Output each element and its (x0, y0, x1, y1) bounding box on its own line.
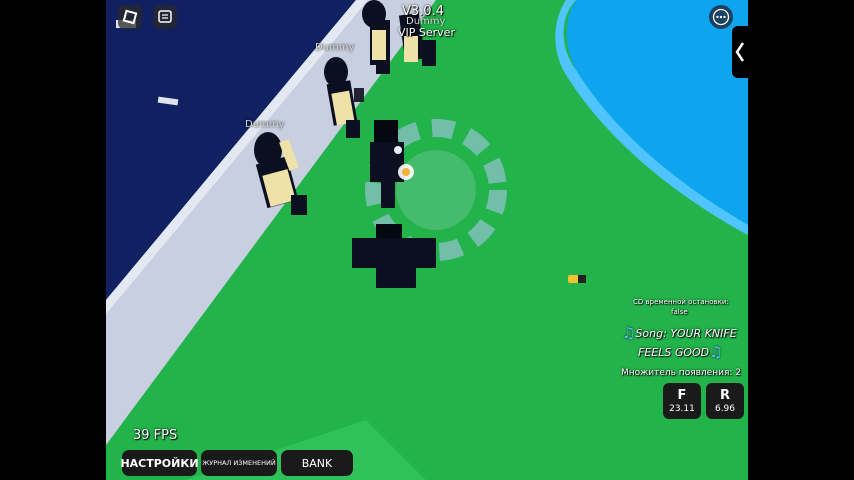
timestop-cooldown-value: false (671, 308, 688, 316)
game-viewport[interactable]: Dummy Dummy Dummy V3.0.4 VIP Server CD в… (106, 0, 748, 480)
song-display: ♫ Song: YOUR KNIFE FEELS GOOD ♫ (622, 324, 740, 361)
music-note-icon: ♫ (622, 324, 636, 342)
stand-figure (352, 224, 436, 288)
song-title-line2: FEELS GOOD (638, 345, 710, 359)
skill-cooldown: 23.11 (669, 404, 695, 414)
more-options-icon (712, 8, 730, 26)
skill-key: F (677, 388, 687, 403)
music-note-icon: ♫ (709, 343, 723, 361)
side-panel-toggle[interactable] (732, 26, 748, 78)
changelog-button[interactable]: ЖУРНАЛ ИЗМЕНЕНИЙ (201, 450, 277, 476)
more-options-button[interactable] (709, 5, 733, 29)
bank-button[interactable]: BANK (281, 450, 353, 476)
roblox-menu-button[interactable] (118, 5, 142, 29)
roblox-menu-icon (122, 9, 138, 25)
fps-counter: 39 FPS (133, 428, 178, 443)
dropped-item (568, 275, 586, 283)
game-world (106, 0, 748, 480)
npc-name-tag: Dummy (245, 119, 285, 130)
skill-cooldown: 6.96 (714, 404, 736, 414)
skill-button-f[interactable]: F 23.11 (663, 383, 701, 419)
chat-button[interactable] (153, 5, 177, 29)
server-label: VIP Server (398, 26, 455, 39)
skill-key: R (719, 388, 730, 403)
version-label: V3.0.4 (402, 4, 444, 19)
song-title-line1: Song: YOUR KNIFE (635, 326, 737, 340)
side-panel-arrow-icon (735, 42, 745, 62)
skill-button-r[interactable]: R 6.96 (706, 383, 744, 419)
settings-button[interactable]: НАСТРОЙКИ (120, 450, 199, 476)
chat-icon (158, 10, 172, 23)
timestop-cooldown-label: CD временной остановки: (633, 298, 729, 306)
spawn-multiplier-label: Множитель появления: 2 (621, 368, 741, 378)
npc-name-tag: Dummy (315, 42, 355, 53)
